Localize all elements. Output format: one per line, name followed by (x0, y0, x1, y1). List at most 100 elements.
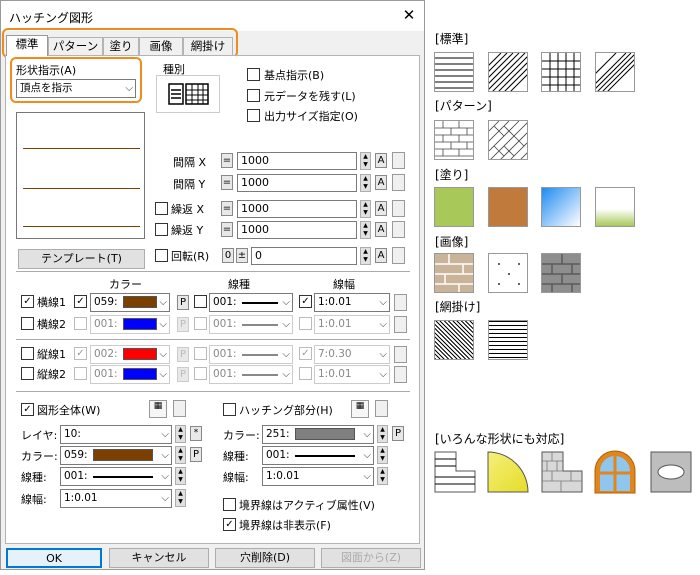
p-button[interactable]: P (177, 347, 189, 362)
spin-button[interactable]: ▲ ▼ (360, 200, 371, 218)
repeat-y-checkbox[interactable] (155, 223, 168, 236)
line-width-select[interactable]: 1:0.01 ⌵ (314, 365, 390, 384)
hole-delete-button[interactable]: 穴削除(D) (215, 548, 315, 568)
p-button[interactable]: P (177, 367, 189, 382)
repeat-y-input[interactable]: 1000 (237, 221, 357, 239)
width-checkbox[interactable] (299, 367, 312, 380)
color-checkbox[interactable]: ✓ (74, 295, 87, 308)
p-button[interactable]: P (392, 426, 404, 441)
whole-color-select[interactable]: 059: ⌵ (60, 446, 172, 465)
color-checkbox[interactable]: ✓ (74, 347, 87, 360)
spin-button[interactable]: ▲ ▼ (360, 247, 371, 265)
line-type-select[interactable]: 001: ⌵ (209, 293, 293, 312)
pick-cursor-icon[interactable] (394, 366, 407, 383)
width-checkbox[interactable]: ✓ (299, 295, 312, 308)
a-button[interactable]: A (375, 201, 387, 216)
layer-select[interactable]: 10: ⌵ (60, 425, 172, 444)
pick-cursor-icon[interactable] (394, 294, 407, 311)
close-button[interactable]: ✕ (399, 5, 419, 25)
spin-button[interactable]: ▲ ▼ (360, 152, 371, 170)
rotate-input[interactable]: 0 (251, 247, 357, 265)
pick-cursor-icon[interactable] (392, 152, 405, 169)
star-button[interactable]: * (190, 426, 202, 441)
pick-cursor-icon[interactable] (392, 247, 405, 264)
line-checkbox[interactable]: ✓ (21, 295, 34, 308)
type-checkbox[interactable] (194, 317, 207, 330)
hatch-color-select[interactable]: 251: ⌵ (262, 425, 374, 444)
repeat-x-checkbox[interactable] (155, 202, 168, 215)
border-active-checkbox[interactable] (223, 498, 236, 511)
line-color-select[interactable]: 001: ⌵ (90, 365, 170, 384)
output-size-checkbox[interactable] (247, 109, 260, 122)
hatch-width-select[interactable]: 1:0.01 ⌵ (262, 467, 374, 486)
template-button[interactable]: テンプレート(T) (18, 249, 145, 269)
base-point-checkbox[interactable] (247, 68, 260, 81)
hatch-type-select[interactable]: 001: ⌵ (262, 446, 374, 465)
eq-button[interactable]: = (221, 175, 233, 190)
spin-button[interactable]: ▲ ▼ (377, 467, 388, 485)
line-width-select[interactable]: 1:0.01 ⌵ (314, 315, 390, 334)
pick-cursor-icon[interactable] (394, 346, 407, 363)
eq-button[interactable]: = (221, 201, 233, 216)
spin-button[interactable]: ▲ ▼ (175, 467, 186, 485)
pick-cursor-icon[interactable] (392, 200, 405, 217)
a-button[interactable]: A (375, 222, 387, 237)
rotate-checkbox[interactable] (155, 249, 168, 262)
shape-spec-select[interactable]: 頂点を指示 ⌵ (16, 79, 136, 98)
pick-cursor-icon[interactable] (392, 221, 405, 238)
p-button[interactable]: P (177, 295, 189, 310)
layer-pick-icon[interactable]: ▦ (351, 400, 369, 418)
cancel-button[interactable]: キャンセル (109, 548, 209, 568)
line-color-select[interactable]: 001: ⌵ (90, 315, 170, 334)
line-checkbox[interactable] (21, 347, 34, 360)
a-button[interactable]: A (375, 248, 387, 263)
spin-button[interactable]: ▲ ▼ (377, 425, 388, 443)
pick-cursor-icon[interactable] (375, 400, 388, 417)
tab-image[interactable]: 画像 (139, 37, 183, 55)
line-color-select[interactable]: 002: ⌵ (90, 345, 170, 364)
type-checkbox[interactable] (194, 295, 207, 308)
border-hidden-checkbox[interactable]: ✓ (223, 518, 236, 531)
line-checkbox[interactable] (21, 317, 34, 330)
interval-y-input[interactable]: 1000 (237, 174, 357, 192)
kind-button[interactable] (156, 75, 220, 113)
whole-type-select[interactable]: 001: ⌵ (60, 467, 172, 486)
p-button[interactable]: P (177, 317, 189, 332)
p-button[interactable]: P (190, 447, 202, 462)
eq-button[interactable]: = (221, 153, 233, 168)
width-checkbox[interactable] (299, 317, 312, 330)
pick-cursor-icon[interactable] (173, 400, 186, 417)
spin-button[interactable]: ▲ ▼ (360, 174, 371, 192)
spin-button[interactable]: ▲ ▼ (175, 425, 186, 443)
spin-button[interactable]: ▲ ▼ (175, 489, 186, 507)
pick-cursor-icon[interactable] (392, 174, 405, 191)
layer-pick-icon[interactable]: ▦ (149, 400, 167, 418)
color-checkbox[interactable] (74, 317, 87, 330)
keep-data-checkbox[interactable] (247, 89, 260, 102)
spin-button[interactable]: ▲ ▼ (360, 221, 371, 239)
line-type-select[interactable]: 001: ⌵ (209, 365, 293, 384)
pick-cursor-icon[interactable] (394, 316, 407, 333)
line-type-select[interactable]: 001: ⌵ (209, 345, 293, 364)
line-width-select[interactable]: 1:0.01 ⌵ (314, 293, 390, 312)
spin-button[interactable]: ▲ ▼ (175, 446, 186, 464)
hatch-part-checkbox[interactable] (223, 403, 236, 416)
tab-pattern[interactable]: パターン (48, 37, 103, 55)
from-drawing-button[interactable]: 図面から(Z) (321, 548, 421, 568)
repeat-x-input[interactable]: 1000 (237, 200, 357, 218)
line-checkbox[interactable] (21, 367, 34, 380)
whole-width-select[interactable]: 1:0.01 ⌵ (60, 489, 172, 508)
a-button[interactable]: A (375, 153, 387, 168)
a-button[interactable]: A (375, 175, 387, 190)
tab-standard[interactable]: 標準 (6, 35, 48, 56)
type-checkbox[interactable] (194, 367, 207, 380)
interval-x-input[interactable]: 1000 (237, 152, 357, 170)
zero-button[interactable]: 0 (222, 248, 234, 263)
plus-minus-button[interactable]: ± (236, 248, 248, 263)
ok-button[interactable]: OK (6, 548, 102, 568)
line-color-select[interactable]: 059: ⌵ (90, 293, 170, 312)
color-checkbox[interactable] (74, 367, 87, 380)
type-checkbox[interactable] (194, 347, 207, 360)
width-checkbox[interactable]: ✓ (299, 347, 312, 360)
eq-button[interactable]: = (221, 222, 233, 237)
